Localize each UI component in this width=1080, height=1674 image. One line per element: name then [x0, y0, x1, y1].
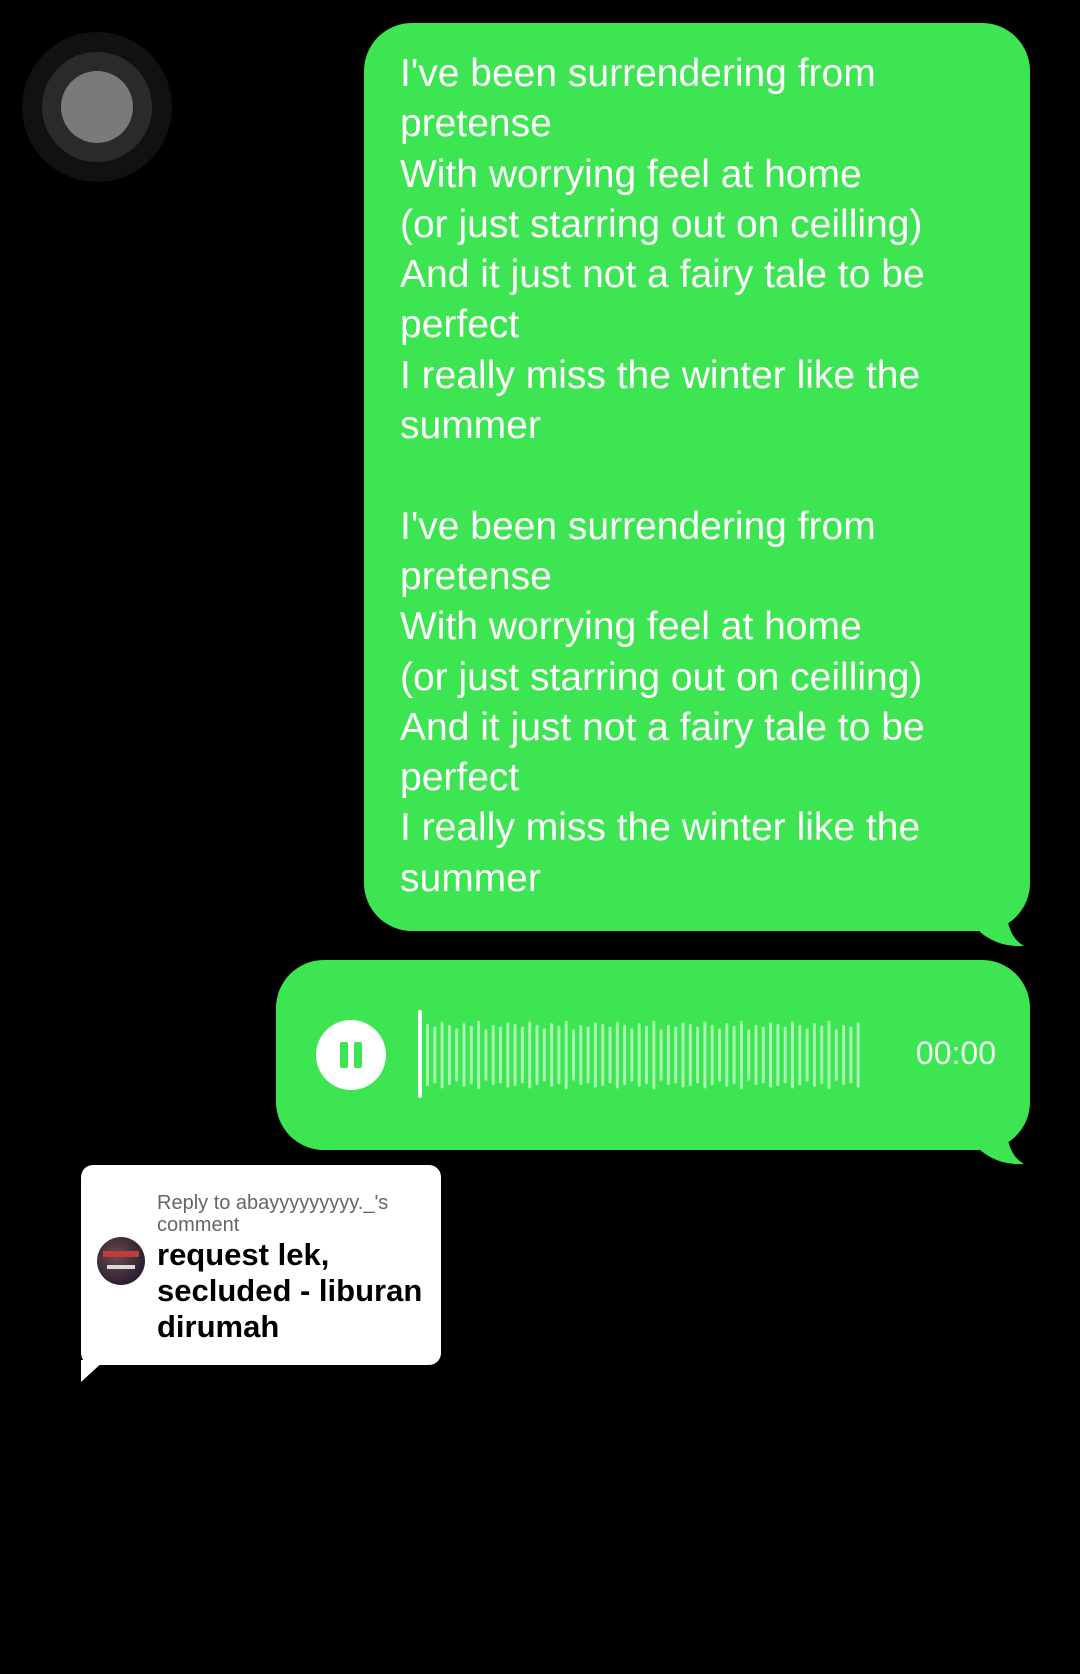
playhead[interactable] — [418, 1010, 422, 1098]
voice-message-bubble[interactable]: 00:00 — [276, 960, 1030, 1150]
waveform-bar — [696, 1026, 700, 1084]
waveform-bar — [645, 1025, 648, 1085]
waveform-bar — [688, 1024, 692, 1086]
waveform-bar — [608, 1026, 612, 1084]
waveform-bar — [469, 1025, 473, 1085]
waveform-bar — [856, 1022, 860, 1088]
waveform-bar — [769, 1022, 773, 1088]
waveform-bar — [579, 1024, 583, 1086]
waveform-bar — [783, 1026, 787, 1084]
message-bubble-tail — [980, 900, 1024, 947]
waveform-bar — [520, 1026, 524, 1084]
waveform-bar — [739, 1020, 743, 1090]
waveform-bar — [499, 1026, 502, 1084]
waveform-bar — [477, 1020, 481, 1090]
waveform-bar — [557, 1025, 561, 1085]
waveform-bar — [681, 1022, 685, 1088]
voice-bubble-tail — [980, 1118, 1024, 1165]
waveform-bar — [710, 1024, 714, 1086]
waveform-bar — [834, 1029, 838, 1081]
waveform-bar — [535, 1024, 539, 1086]
waveform-bar — [659, 1029, 663, 1081]
waveform-bar — [462, 1023, 466, 1087]
waveform-bar — [484, 1029, 488, 1081]
waveform-bar — [820, 1025, 824, 1085]
waveform-bar — [433, 1026, 437, 1084]
waveform-bar — [747, 1029, 751, 1081]
waveform-bar — [564, 1020, 568, 1090]
waveform-bar — [630, 1028, 634, 1082]
waveform-bar — [798, 1024, 802, 1086]
waveform-bar — [513, 1024, 517, 1086]
waveform-bar — [542, 1028, 546, 1082]
waveform-bar — [776, 1024, 780, 1086]
waveform-bar — [718, 1028, 721, 1082]
waveform-bar — [703, 1021, 707, 1089]
waveform-bar — [674, 1026, 678, 1084]
waveform-bar — [550, 1023, 554, 1087]
waveform-bar — [666, 1024, 670, 1086]
reply-card-tail — [81, 1360, 105, 1382]
avatar-stripe — [103, 1251, 139, 1257]
waveform-bar — [528, 1021, 532, 1089]
waveform-bar — [572, 1029, 575, 1081]
waveform-bar — [725, 1023, 729, 1087]
waveform-bar — [812, 1023, 816, 1087]
waveform-bar — [637, 1023, 641, 1087]
waveform-bar — [455, 1028, 459, 1082]
audio-waveform[interactable] — [418, 1012, 868, 1098]
waveform-bar — [623, 1024, 627, 1086]
waveform-bar — [652, 1020, 656, 1090]
lyrics-text: I've been surrendering from pretense Wit… — [400, 52, 925, 900]
waveform-bar — [447, 1024, 451, 1086]
pause-button[interactable] — [316, 1020, 386, 1090]
waveform-bar — [615, 1021, 619, 1089]
assistive-touch-core — [61, 71, 133, 143]
reply-label: Reply to abayyyyyyyyy._'s comment — [157, 1192, 389, 1236]
waveform-bar — [732, 1025, 736, 1085]
avatar-stripe — [107, 1265, 135, 1269]
waveform-bar — [506, 1022, 510, 1088]
commenter-avatar — [97, 1237, 145, 1285]
waveform-bar — [761, 1026, 765, 1084]
waveform-bar — [842, 1024, 846, 1086]
waveform-bar — [754, 1024, 758, 1086]
waveform-bar — [791, 1021, 794, 1089]
waveform-bar — [440, 1021, 444, 1089]
waveform-bar — [849, 1026, 853, 1084]
assistive-touch-button[interactable] — [22, 32, 172, 182]
duration-label: 00:00 — [915, 1035, 996, 1071]
comment-text: request lek, secluded - liburan dirumah — [157, 1237, 423, 1344]
waveform-bar — [586, 1026, 590, 1084]
waveform-bar — [426, 1024, 429, 1086]
reply-comment-card[interactable]: Reply to abayyyyyyyyy._'s comment reques… — [81, 1165, 441, 1365]
waveform-bar — [593, 1022, 597, 1088]
waveform-bar — [601, 1024, 605, 1086]
waveform-bar — [827, 1020, 831, 1090]
waveform-bar — [491, 1024, 495, 1086]
waveform-bar — [805, 1028, 809, 1082]
lyrics-message-bubble[interactable]: I've been surrendering from pretense Wit… — [364, 23, 1030, 931]
